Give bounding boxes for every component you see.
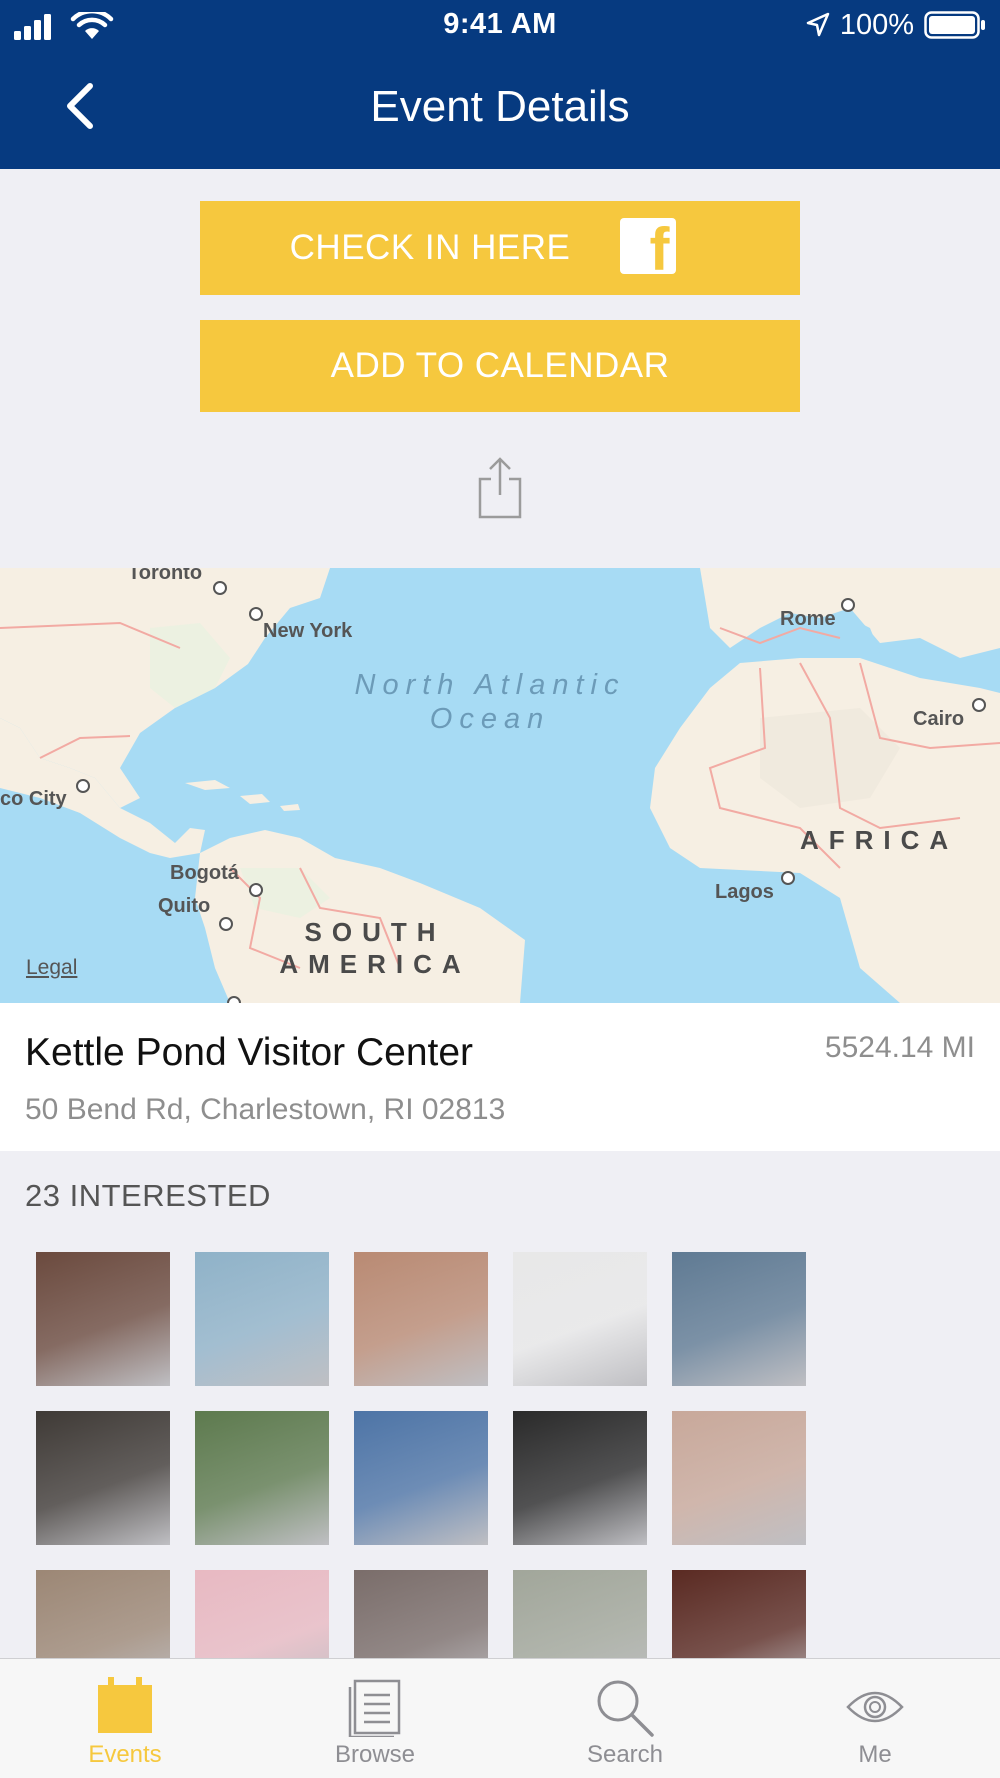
map-place-rome: Rome <box>780 608 836 630</box>
status-bar: 9:41 AM 100% <box>0 0 1000 52</box>
interested-avatar[interactable] <box>672 1411 806 1545</box>
map-ocean-label: North Atlantic Ocean <box>300 668 680 736</box>
interested-avatar[interactable] <box>672 1252 806 1386</box>
location-name: Kettle Pond Visitor Center <box>25 1031 474 1074</box>
tab-bar: Events Browse Search Me <box>0 1658 1000 1778</box>
interested-avatar[interactable] <box>672 1570 806 1660</box>
tab-events-label: Events <box>88 1741 162 1768</box>
location-card[interactable]: Kettle Pond Visitor Center 5524.14 MI 50… <box>0 1003 1000 1151</box>
map-ocean-line2: Ocean <box>429 703 551 735</box>
interested-avatar[interactable] <box>513 1411 647 1545</box>
top-bar: 9:41 AM 100% Event Details <box>0 0 1000 169</box>
map-place-bogota: Bogotá <box>170 862 239 884</box>
interested-avatar[interactable] <box>36 1411 170 1545</box>
tab-browse-label: Browse <box>334 1741 416 1768</box>
eye-icon <box>846 1691 904 1723</box>
facebook-icon: f <box>620 218 676 280</box>
tab-browse[interactable]: Browse <box>250 1659 500 1778</box>
battery-icon <box>924 11 985 39</box>
location-address: 50 Bend Rd, Charlestown, RI 02813 <box>25 1093 506 1126</box>
interested-avatar[interactable] <box>195 1252 329 1386</box>
calendar-icon <box>98 1677 152 1733</box>
interested-count: 23 INTERESTED <box>25 1178 271 1213</box>
map-place-new-york: New York <box>263 620 353 642</box>
interested-avatar[interactable] <box>513 1570 647 1660</box>
tab-events[interactable]: Events <box>0 1659 250 1778</box>
interested-avatar[interactable] <box>36 1570 170 1660</box>
interested-avatar[interactable] <box>513 1252 647 1386</box>
search-icon <box>597 1680 654 1737</box>
map-legal-link[interactable]: Legal <box>26 956 77 980</box>
map-place-quito: Quito <box>158 895 211 917</box>
map-region-south-america: SOUTH AMERICA <box>240 916 510 980</box>
nav-bar: Event Details <box>0 52 1000 169</box>
map-region-africa: AFRICA <box>800 825 959 855</box>
check-in-label: CHECK IN HERE <box>289 228 571 267</box>
interested-avatar[interactable] <box>36 1252 170 1386</box>
list-icon <box>348 1679 401 1737</box>
location-arrow-icon <box>806 12 830 37</box>
map-region-sa-line1: SOUTH <box>304 917 446 947</box>
tab-me[interactable]: Me <box>750 1659 1000 1778</box>
map-place-mexico-city: co City <box>0 788 67 810</box>
map-ocean-line1: North Atlantic <box>354 669 626 701</box>
map-place-toronto: Toronto <box>128 568 203 584</box>
share-icon <box>478 457 522 519</box>
map-place-cairo: Cairo <box>913 708 965 730</box>
location-distance: 5524.14 MI <box>824 1031 975 1064</box>
share-button[interactable] <box>470 455 530 523</box>
tab-me-label: Me <box>858 1741 892 1768</box>
app: 9:41 AM 100% Event Details CHECK IN HERE… <box>0 0 1000 1778</box>
map-place-lagos: Lagos <box>715 881 774 903</box>
check-in-button[interactable]: CHECK IN HERE f <box>200 201 800 295</box>
battery-percent: 100% <box>839 8 914 41</box>
status-right: 100% <box>806 8 986 42</box>
tab-search[interactable]: Search <box>500 1659 750 1778</box>
event-map[interactable]: Toronto New York Rome Cairo co City Bogo… <box>0 568 1000 1003</box>
interested-avatar[interactable] <box>354 1252 488 1386</box>
add-to-calendar-label: ADD TO CALENDAR <box>330 346 670 385</box>
tab-search-label: Search <box>586 1741 664 1768</box>
interested-avatar[interactable] <box>354 1411 488 1545</box>
interested-avatars <box>36 1252 886 1660</box>
interested-avatar[interactable] <box>195 1411 329 1545</box>
interested-avatar[interactable] <box>354 1570 488 1660</box>
map-region-sa-line2: AMERICA <box>279 949 471 979</box>
add-to-calendar-button[interactable]: ADD TO CALENDAR <box>200 320 800 412</box>
interested-avatar[interactable] <box>195 1570 329 1660</box>
page-title: Event Details <box>370 82 630 131</box>
